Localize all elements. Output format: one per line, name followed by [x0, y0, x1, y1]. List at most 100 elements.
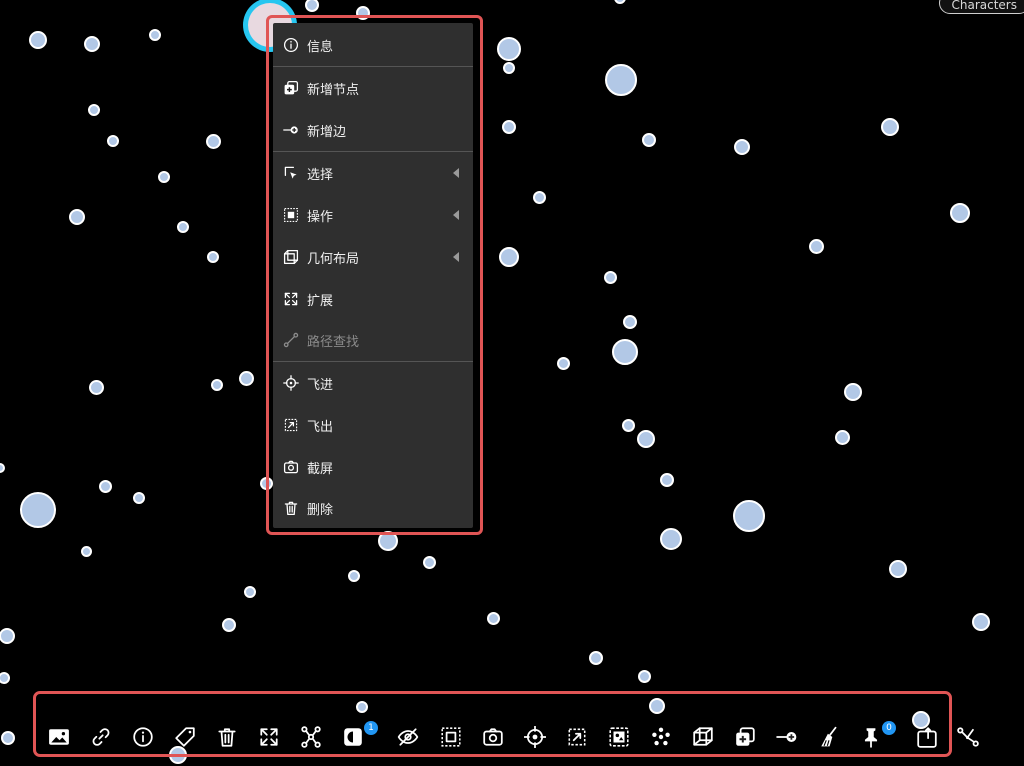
menu-item-delete[interactable]: 删除 — [273, 488, 473, 528]
fly-out-icon — [283, 417, 299, 433]
graph-node[interactable] — [734, 139, 750, 155]
toolbar-shortest-path-button[interactable] — [956, 725, 980, 749]
toolbar-add-node-button[interactable] — [733, 725, 757, 749]
graph-node[interactable] — [238, 370, 254, 386]
graph-node[interactable] — [808, 238, 824, 254]
graph-node[interactable] — [589, 651, 603, 665]
toolbar-screenshot-button[interactable] — [481, 725, 505, 749]
menu-item-select[interactable]: 选择 — [273, 153, 473, 193]
graph-node[interactable] — [889, 560, 907, 578]
menu-item-add-edge[interactable]: 新增边 — [273, 110, 473, 150]
add-edge-icon — [776, 726, 798, 748]
graph-node[interactable] — [614, 0, 626, 4]
add-node-icon — [283, 80, 299, 96]
toolbar-add-edge-button[interactable] — [775, 725, 799, 749]
graph-node[interactable] — [244, 586, 256, 598]
toolbar-contrast-button[interactable] — [341, 725, 365, 749]
graph-node[interactable] — [972, 613, 990, 631]
graph-node[interactable] — [0, 672, 10, 684]
menu-item-expand[interactable]: 扩展 — [273, 279, 473, 319]
graph-node[interactable] — [29, 31, 47, 49]
toolbar-fly-out-button[interactable] — [565, 725, 589, 749]
graph-node[interactable] — [660, 528, 682, 550]
graph-node[interactable] — [660, 473, 674, 487]
graph-node[interactable] — [621, 418, 635, 432]
graph-node[interactable] — [149, 29, 161, 41]
toolbar-target-button[interactable] — [523, 725, 547, 749]
graph-node[interactable] — [637, 430, 655, 448]
graph-node[interactable] — [603, 270, 617, 284]
graph-node[interactable] — [623, 315, 637, 329]
path-icon — [283, 332, 299, 348]
graph-node[interactable] — [158, 171, 170, 183]
graph-node[interactable] — [348, 570, 360, 582]
menu-item-operate[interactable]: 操作 — [273, 195, 473, 235]
graph-node[interactable] — [1, 731, 15, 745]
graph-node[interactable] — [98, 479, 112, 493]
toolbar-tag-button[interactable] — [173, 725, 197, 749]
graph-node[interactable] — [69, 209, 85, 225]
menu-item-add-node[interactable]: 新增节点 — [273, 68, 473, 108]
toolbar-pointer-button[interactable] — [915, 725, 939, 749]
graph-node[interactable] — [642, 133, 656, 147]
graph-node[interactable] — [844, 383, 862, 401]
menu-item-fly-in[interactable]: 飞进 — [273, 363, 473, 403]
toolbar-invert-button[interactable] — [607, 725, 631, 749]
graph-node[interactable] — [205, 133, 221, 149]
graph-node[interactable] — [497, 37, 521, 61]
graph-node[interactable] — [834, 429, 850, 445]
graph-node[interactable] — [107, 135, 119, 147]
toolbar-link-button[interactable] — [89, 725, 113, 749]
characters-chip[interactable]: Characters — [938, 0, 1024, 14]
graph-node[interactable] — [222, 618, 236, 632]
toolbar-delete-button[interactable] — [215, 725, 239, 749]
menu-item-geometric-layout[interactable]: 几何布局 — [273, 237, 473, 277]
hand-icon — [916, 726, 938, 748]
pin-icon — [860, 726, 882, 748]
graph-node[interactable] — [486, 611, 500, 625]
graph-canvas[interactable] — [0, 0, 1024, 766]
graph-node[interactable] — [88, 379, 104, 395]
graph-node[interactable] — [20, 492, 56, 528]
graph-node[interactable] — [499, 247, 519, 267]
graph-node[interactable] — [305, 0, 319, 12]
graph-node[interactable] — [177, 221, 189, 233]
graph-node[interactable] — [503, 62, 515, 74]
toolbar-graph-button[interactable] — [299, 725, 323, 749]
menu-item-fly-out[interactable]: 飞出 — [273, 405, 473, 445]
graph-node[interactable] — [84, 36, 100, 52]
toolbar-expand-button[interactable] — [257, 725, 281, 749]
toolbar-clean-button[interactable] — [817, 725, 841, 749]
menu-item-info[interactable]: 信息 — [273, 25, 473, 65]
graph-node[interactable] — [0, 628, 15, 644]
graph-node[interactable] — [80, 545, 92, 557]
trash-icon — [216, 726, 238, 748]
graph-node[interactable] — [556, 356, 570, 370]
toolbar-select-region-button[interactable] — [439, 725, 463, 749]
menu-separator — [273, 361, 473, 362]
graph-node[interactable] — [532, 190, 546, 204]
graph-node[interactable] — [0, 463, 5, 473]
graph-node[interactable] — [733, 500, 765, 532]
graph-node[interactable] — [502, 120, 516, 134]
toolbar-pin-button[interactable] — [859, 725, 883, 749]
graph-node[interactable] — [422, 555, 436, 569]
graph-node[interactable] — [211, 379, 223, 391]
link-icon — [90, 726, 112, 748]
graph-node[interactable] — [88, 104, 100, 116]
toolbar-hide-button[interactable] — [396, 725, 420, 749]
graph-node[interactable] — [133, 492, 145, 504]
toolbar-cube-button[interactable] — [691, 725, 715, 749]
toolbar-cluster-button[interactable] — [649, 725, 673, 749]
menu-item-screenshot[interactable]: 截屏 — [273, 447, 473, 487]
graph-node[interactable] — [637, 669, 651, 683]
cluster-icon — [650, 726, 672, 748]
graph-node[interactable] — [950, 203, 970, 223]
camera-icon — [482, 726, 504, 748]
graph-node[interactable] — [612, 339, 638, 365]
graph-node[interactable] — [207, 251, 219, 263]
toolbar-image-button[interactable] — [47, 725, 71, 749]
graph-node[interactable] — [605, 64, 637, 96]
toolbar-info-button[interactable] — [131, 725, 155, 749]
graph-node[interactable] — [881, 118, 899, 136]
